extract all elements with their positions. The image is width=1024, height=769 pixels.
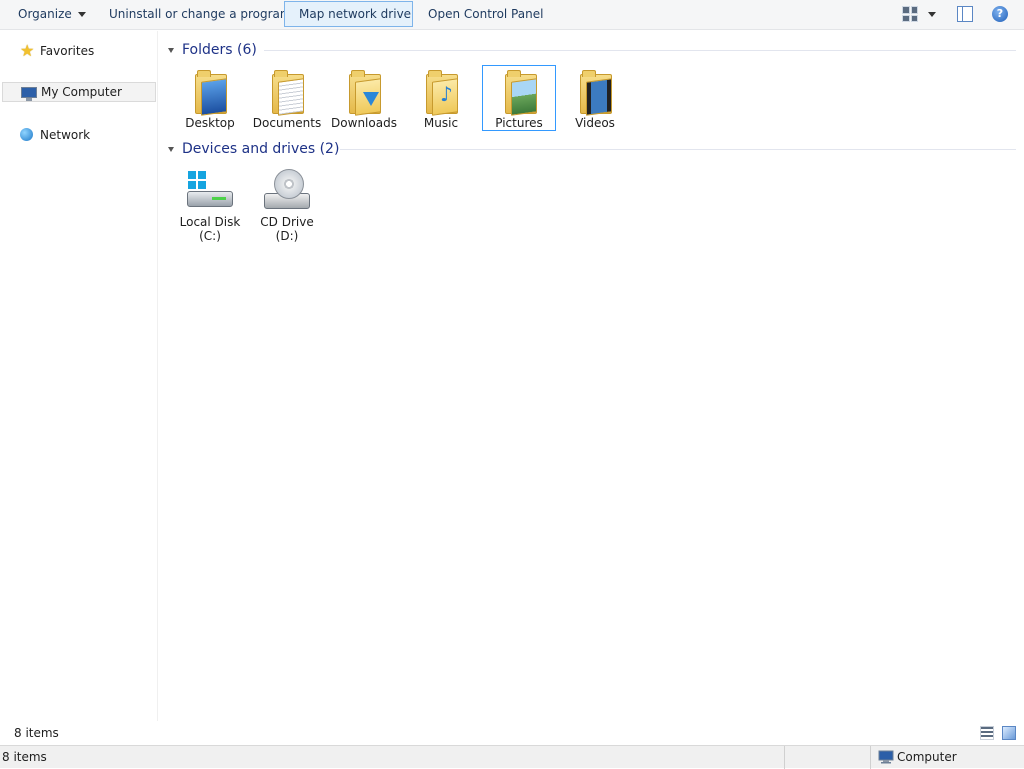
hard-disk-icon <box>185 169 235 213</box>
folder-tile-documents[interactable]: Documents <box>250 66 324 132</box>
windows-logo-icon <box>188 171 206 189</box>
change-view-icon[interactable] <box>902 6 918 22</box>
nav-item-my-computer[interactable]: My Computer <box>2 82 156 102</box>
collapse-triangle-icon[interactable] <box>168 146 174 152</box>
nav-item-favorites-label: Favorites <box>40 44 95 58</box>
drive-name: CD Drive <box>260 215 314 229</box>
collapse-triangle-icon[interactable] <box>168 47 174 53</box>
drive-name: Local Disk <box>179 215 241 229</box>
music-folder-icon: ♪ <box>426 68 458 116</box>
star-icon: ★ <box>20 41 35 60</box>
downloads-folder-icon <box>349 68 381 116</box>
details-view-icon[interactable] <box>980 726 994 740</box>
drive-label: Local Disk (C:) <box>173 215 247 243</box>
navigation-pane: ★ Favorites My Computer Network <box>0 31 158 721</box>
folder-label: Videos <box>575 116 615 130</box>
folder-tile-music[interactable]: ♪ Music <box>404 66 478 132</box>
cd-drive-icon <box>262 169 312 213</box>
large-icons-view-icon[interactable] <box>1002 726 1016 740</box>
map-network-drive-label: Map network drive <box>299 7 412 21</box>
details-bar: 8 items <box>0 722 1024 744</box>
drive-letter: (C:) <box>199 229 221 243</box>
status-bar: 8 items Computer <box>0 745 1024 769</box>
preview-pane-icon[interactable] <box>957 6 973 22</box>
network-icon <box>20 128 33 141</box>
devices-group-title: Devices and drives (2) <box>182 141 340 157</box>
uninstall-program-button[interactable]: Uninstall or change a program <box>95 1 306 27</box>
status-location: Computer <box>897 750 957 764</box>
folder-tile-videos[interactable]: Videos <box>558 66 632 132</box>
documents-folder-icon <box>272 68 304 116</box>
nav-item-network-label: Network <box>40 128 91 142</box>
drive-letter: (D:) <box>275 229 299 243</box>
folders-group-title: Folders (6) <box>182 42 257 58</box>
folder-label: Documents <box>252 116 322 130</box>
status-divider <box>784 746 785 769</box>
group-divider <box>264 50 1016 51</box>
computer-icon <box>21 87 37 101</box>
pictures-folder-icon <box>505 68 537 116</box>
desktop-folder-icon <box>195 68 227 116</box>
folder-label: Downloads <box>331 116 397 130</box>
folder-label: Desktop <box>185 116 235 130</box>
group-divider <box>340 149 1016 150</box>
open-control-panel-label: Open Control Panel <box>428 7 544 21</box>
folder-tile-downloads[interactable]: Downloads <box>327 66 401 132</box>
drive-tile-cd-drive[interactable]: CD Drive (D:) <box>250 165 324 247</box>
help-icon[interactable]: ? <box>992 6 1008 22</box>
map-network-drive-button[interactable]: Map network drive <box>284 1 413 27</box>
organize-button[interactable]: Organize <box>4 1 100 27</box>
view-options-chevron-icon[interactable] <box>928 12 936 17</box>
uninstall-program-label: Uninstall or change a program <box>109 7 292 21</box>
status-divider <box>870 746 871 769</box>
nav-item-my-computer-label: My Computer <box>41 85 122 99</box>
videos-folder-icon <box>580 68 612 116</box>
nav-item-network[interactable]: Network <box>2 125 156 145</box>
folder-label: Music <box>423 116 459 130</box>
drive-label: CD Drive (D:) <box>250 215 324 243</box>
item-count: 8 items <box>14 726 59 740</box>
content-pane: Folders (6) Desktop Documents Downloads … <box>160 31 1024 721</box>
folder-label: Pictures <box>495 116 543 130</box>
folder-tile-pictures[interactable]: Pictures <box>482 65 556 131</box>
disc-icon <box>274 169 304 199</box>
chevron-down-icon <box>77 12 86 17</box>
drive-tile-local-disk[interactable]: Local Disk (C:) <box>173 165 247 247</box>
computer-icon <box>878 750 894 764</box>
devices-group-header[interactable]: Devices and drives (2) <box>168 139 1016 159</box>
folder-tile-desktop[interactable]: Desktop <box>173 66 247 132</box>
nav-item-favorites[interactable]: ★ Favorites <box>2 41 156 61</box>
command-bar: Organize Uninstall or change a program M… <box>0 0 1024 30</box>
status-item-count: 8 items <box>2 750 47 764</box>
folders-group-header[interactable]: Folders (6) <box>168 40 1016 60</box>
organize-label: Organize <box>18 7 72 21</box>
open-control-panel-button[interactable]: Open Control Panel <box>414 1 557 27</box>
